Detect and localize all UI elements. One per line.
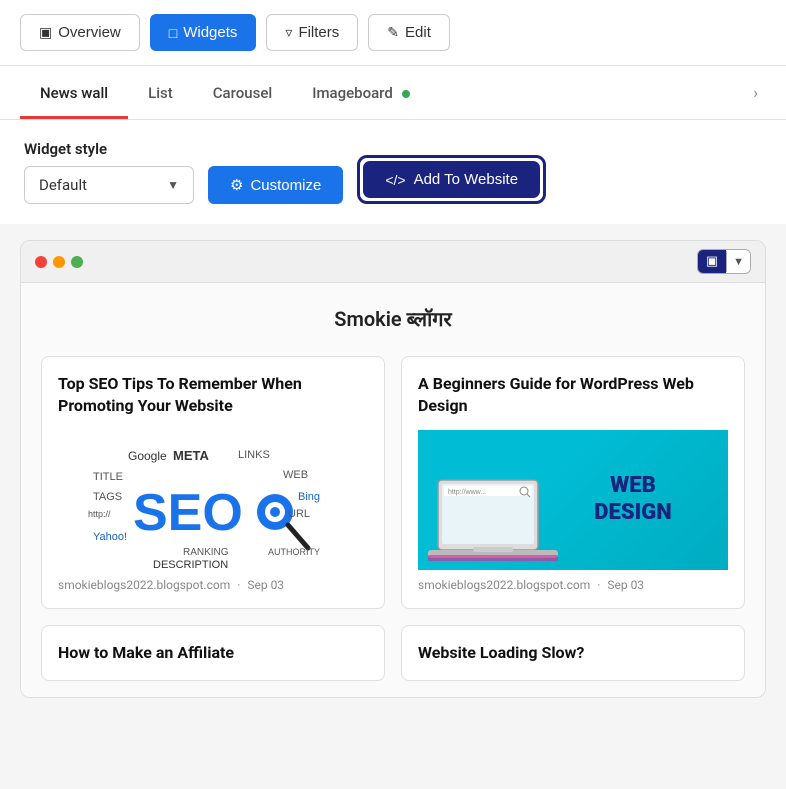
card-seo-title: Top SEO Tips To Remember When Promoting … — [58, 373, 368, 418]
dot-red — [35, 256, 47, 268]
customize-label: Customize — [250, 177, 321, 194]
blog-preview: Smokie ब्लॉगर Top SEO Tips To Remember W… — [21, 283, 765, 697]
cards-grid: Top SEO Tips To Remember When Promoting … — [41, 356, 745, 681]
card-web-design: A Beginners Guide for WordPress Web Desi… — [401, 356, 745, 609]
browser-right: ▣ ▼ — [697, 249, 751, 274]
tabs-chevron-icon[interactable]: › — [745, 79, 766, 106]
card-web-design-meta: smokieblogs2022.blogspot.com · Sep 03 — [418, 578, 728, 592]
preview-container: ▣ ▼ Smokie ब्लॉगर Top SEO Tips To Rememb… — [20, 240, 766, 698]
dot-yellow — [53, 256, 65, 268]
filters-button[interactable]: ▿ Filters — [266, 14, 358, 51]
top-navigation: ▣ Overview □ Widgets ▿ Filters ✎ Edit — [0, 0, 786, 66]
card-web-design-image: http://www... WEBDESIGN — [418, 430, 728, 570]
svg-text:http://: http:// — [88, 509, 111, 519]
svg-text:URL: URL — [288, 508, 310, 520]
svg-text:TITLE: TITLE — [93, 471, 123, 483]
blog-title: Smokie ब्लॉगर — [41, 299, 745, 338]
card-seo-meta: smokieblogs2022.blogspot.com · Sep 03 — [58, 578, 368, 592]
svg-text:http://www...: http://www... — [448, 489, 486, 496]
browser-dots — [35, 256, 83, 268]
add-to-website-label: Add To Website — [414, 171, 519, 188]
svg-text:AUTHORITY: AUTHORITY — [268, 547, 320, 557]
dot-green — [71, 256, 83, 268]
card-seo: Top SEO Tips To Remember When Promoting … — [41, 356, 385, 609]
widgets-icon: □ — [169, 25, 177, 41]
widget-style-section: Widget style Default ▼ ⚙ Customize </> A… — [0, 120, 786, 224]
edit-icon: ✎ — [387, 24, 399, 41]
card-seo-date: Sep 03 — [247, 578, 284, 592]
filters-icon: ▿ — [285, 24, 292, 41]
svg-text:META: META — [173, 448, 209, 463]
svg-text:WEB: WEB — [283, 469, 308, 481]
add-to-website-wrapper: </> Add To Website — [357, 155, 546, 204]
overview-label: Overview — [58, 24, 121, 41]
code-icon: </> — [385, 172, 405, 188]
web-design-text: WEBDESIGN — [594, 473, 671, 526]
svg-text:LINKS: LINKS — [238, 449, 270, 461]
svg-text:SEO: SEO — [133, 484, 243, 542]
edit-label: Edit — [405, 24, 431, 41]
svg-text:DESCRIPTION: DESCRIPTION — [153, 559, 228, 570]
gear-icon: ⚙ — [230, 176, 243, 194]
tab-carousel[interactable]: Carousel — [193, 66, 292, 119]
browser-chrome: ▣ ▼ — [21, 241, 765, 283]
svg-text:Yahoo!: Yahoo! — [93, 531, 127, 543]
tabs-bar: News wall List Carousel Imageboard › — [0, 66, 786, 120]
widget-style-label: Widget style — [24, 140, 194, 158]
card-loading: Website Loading Slow? — [401, 625, 745, 681]
tab-imageboard[interactable]: Imageboard — [292, 66, 429, 119]
tab-news-wall[interactable]: News wall — [20, 66, 128, 119]
card-web-design-date: Sep 03 — [607, 578, 644, 592]
card-affiliate-title: How to Make an Affiliate — [58, 642, 368, 664]
card-affiliate: How to Make an Affiliate — [41, 625, 385, 681]
add-to-website-button[interactable]: </> Add To Website — [363, 161, 540, 198]
card-seo-source: smokieblogs2022.blogspot.com — [58, 578, 230, 592]
customize-button[interactable]: ⚙ Customize — [208, 166, 343, 204]
card-seo-image: META LINKS Google WEB TITLE SEO TAGS — [58, 430, 368, 570]
desktop-device-option[interactable]: ▣ — [698, 250, 726, 273]
device-chevron-down-icon[interactable]: ▼ — [726, 251, 750, 272]
card-web-design-source: smokieblogs2022.blogspot.com — [418, 578, 590, 592]
tab-list[interactable]: List — [128, 66, 193, 119]
widget-style-dropdown[interactable]: Default ▼ — [24, 166, 194, 204]
device-selector: ▣ ▼ — [697, 249, 751, 274]
dropdown-value: Default — [39, 176, 87, 194]
svg-text:Bing: Bing — [298, 491, 320, 503]
widgets-label: Widgets — [183, 24, 237, 41]
widgets-button[interactable]: □ Widgets — [150, 14, 257, 51]
filters-label: Filters — [298, 24, 339, 41]
edit-button[interactable]: ✎ Edit — [368, 14, 450, 51]
card-web-design-title: A Beginners Guide for WordPress Web Desi… — [418, 373, 728, 418]
widget-style-col: Widget style Default ▼ — [24, 140, 194, 204]
card-loading-title: Website Loading Slow? — [418, 642, 728, 664]
svg-text:Google: Google — [128, 449, 167, 463]
svg-text:RANKING: RANKING — [183, 547, 229, 558]
svg-text:TAGS: TAGS — [93, 491, 122, 503]
chevron-down-icon: ▼ — [167, 178, 179, 192]
overview-icon: ▣ — [39, 24, 52, 41]
overview-button[interactable]: ▣ Overview — [20, 14, 140, 51]
